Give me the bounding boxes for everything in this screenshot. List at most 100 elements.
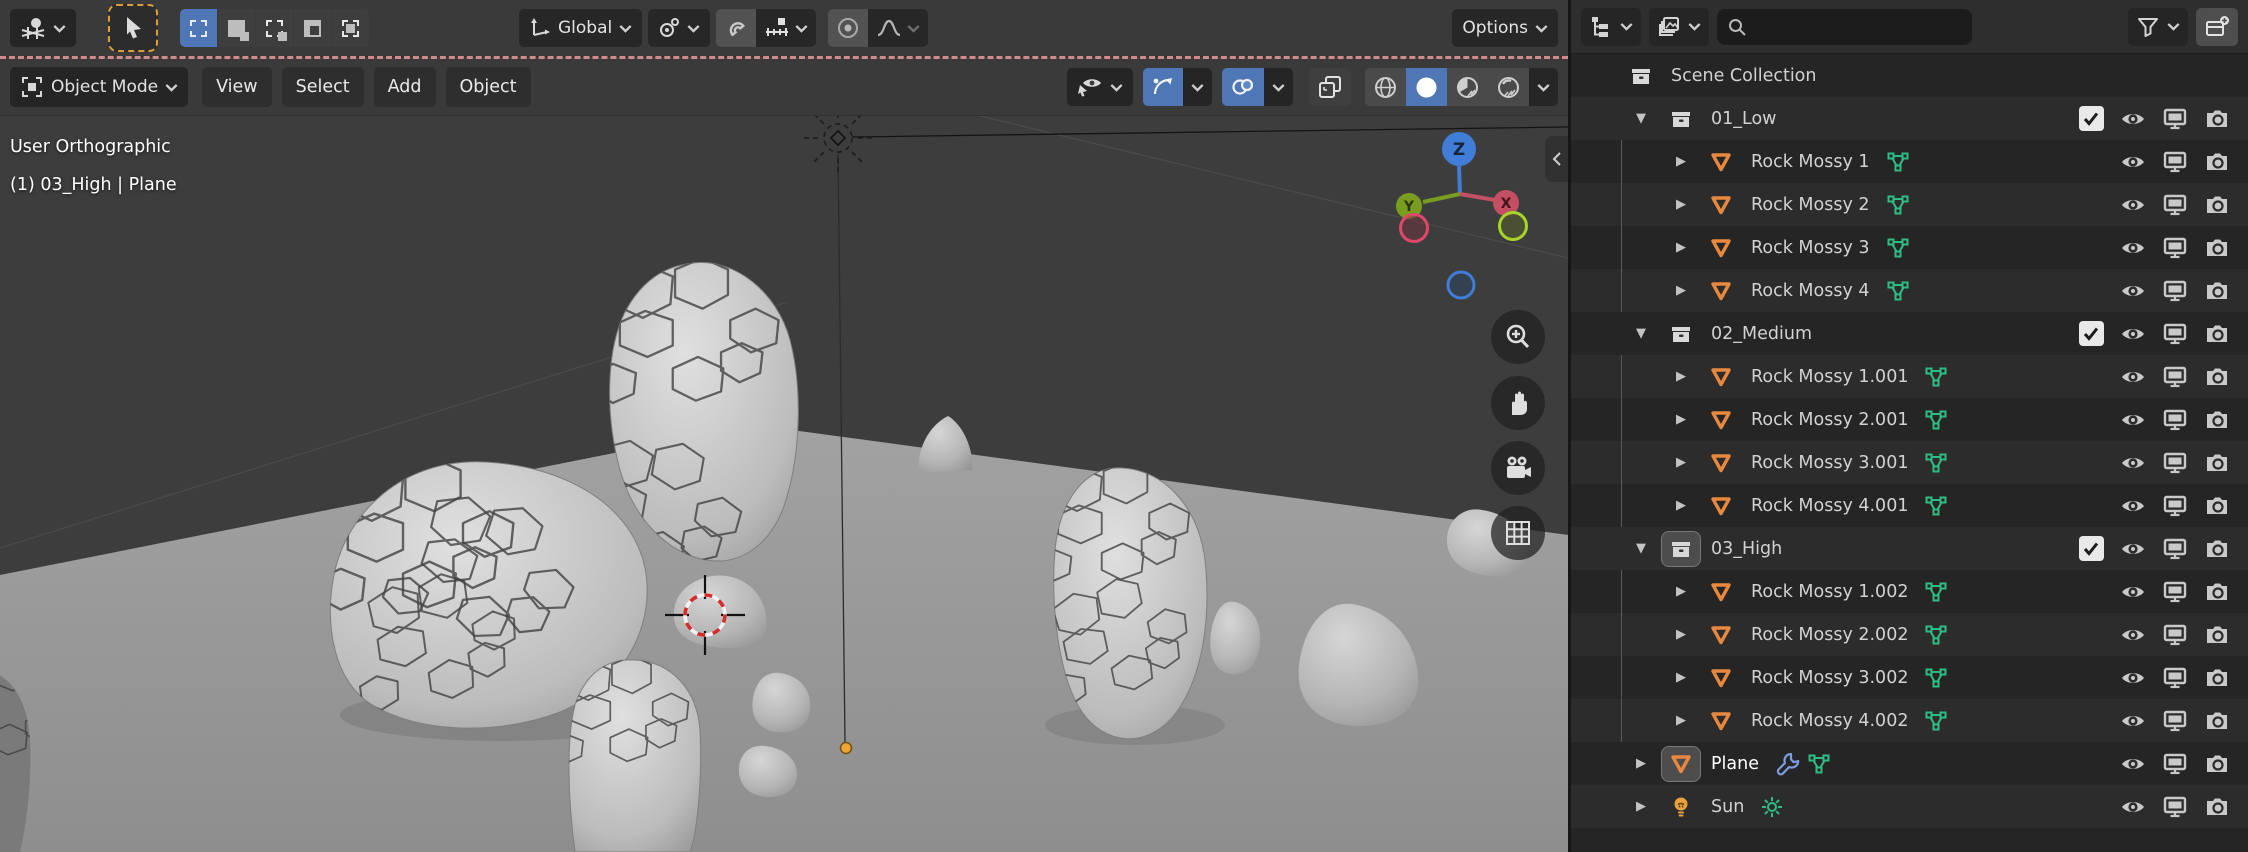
select-mode-intersect-button[interactable] — [332, 9, 369, 47]
gizmo-dropdown[interactable] — [1183, 68, 1212, 106]
disclosure-triangle-icon[interactable]: ▶ — [1661, 498, 1701, 513]
outliner-row[interactable]: ▶ Rock Mossy 4.002 — [1571, 699, 2248, 742]
menu-add[interactable]: Add — [374, 67, 436, 107]
hide-viewport-toggle[interactable] — [2112, 709, 2154, 733]
outliner-row[interactable]: ▼ 03_High — [1571, 527, 2248, 570]
menu-view[interactable]: View — [202, 67, 272, 107]
hide-viewport-toggle[interactable] — [2112, 408, 2154, 432]
disable-viewports-toggle[interactable] — [2154, 150, 2196, 174]
shading-solid-button[interactable] — [1406, 68, 1447, 106]
mode-dropdown[interactable]: Object Mode — [10, 67, 188, 107]
disable-viewports-toggle[interactable] — [2154, 752, 2196, 776]
disable-renders-toggle[interactable] — [2196, 580, 2238, 604]
outliner-row[interactable]: ▶ Rock Mossy 2.001 — [1571, 398, 2248, 441]
hide-viewport-toggle[interactable] — [2112, 494, 2154, 518]
disclosure-triangle-icon[interactable]: ▶ — [1661, 584, 1701, 599]
disable-viewports-toggle[interactable] — [2154, 795, 2196, 819]
outliner-row[interactable]: ▶ Rock Mossy 3.002 — [1571, 656, 2248, 699]
object-type-icon[interactable] — [1701, 703, 1741, 739]
disable-viewports-toggle[interactable] — [2154, 666, 2196, 690]
toggle-xray-button[interactable] — [1309, 68, 1351, 106]
object-type-icon[interactable] — [1621, 58, 1661, 94]
options-dropdown[interactable]: Options — [1452, 9, 1558, 47]
hide-viewport-toggle[interactable] — [2112, 795, 2154, 819]
object-type-icon[interactable] — [1701, 187, 1741, 223]
select-mode-extend-button[interactable] — [218, 9, 255, 47]
show-gizmo-toggle[interactable] — [1143, 68, 1183, 106]
object-type-icon[interactable] — [1701, 617, 1741, 653]
select-mode-invert-button[interactable] — [294, 9, 331, 47]
disclosure-triangle-icon[interactable]: ▼ — [1621, 326, 1661, 341]
hide-viewport-toggle[interactable] — [2112, 666, 2154, 690]
object-type-icon[interactable] — [1661, 316, 1701, 352]
disable-viewports-toggle[interactable] — [2154, 107, 2196, 131]
sidebar-collapse-tab[interactable] — [1545, 136, 1568, 182]
outliner-row[interactable]: ▶ Rock Mossy 3 — [1571, 226, 2248, 269]
object-type-icon[interactable] — [1701, 402, 1741, 438]
outliner-row[interactable]: ▼ 02_Medium — [1571, 312, 2248, 355]
disable-renders-toggle[interactable] — [2196, 408, 2238, 432]
disclosure-triangle-icon[interactable]: ▶ — [1661, 154, 1701, 169]
shading-dropdown[interactable] — [1529, 68, 1558, 106]
disable-viewports-toggle[interactable] — [2154, 537, 2196, 561]
hide-viewport-toggle[interactable] — [2112, 193, 2154, 217]
pan-view-button[interactable] — [1491, 376, 1545, 430]
shading-rendered-button[interactable] — [1488, 68, 1529, 106]
object-type-icon[interactable] — [1701, 359, 1741, 395]
shading-wireframe-button[interactable] — [1365, 68, 1406, 106]
disable-viewports-toggle[interactable] — [2154, 580, 2196, 604]
object-type-icon[interactable] — [1701, 660, 1741, 696]
object-type-icon[interactable] — [1701, 488, 1741, 524]
transform-orientation-dropdown[interactable]: Global — [519, 9, 642, 47]
outliner-row[interactable]: ▶ Rock Mossy 2 — [1571, 183, 2248, 226]
disclosure-triangle-icon[interactable]: ▶ — [1621, 799, 1661, 814]
camera-view-button[interactable] — [1491, 441, 1545, 495]
object-type-icon[interactable] — [1701, 144, 1741, 180]
disclosure-triangle-icon[interactable]: ▶ — [1661, 713, 1701, 728]
disable-viewports-toggle[interactable] — [2154, 623, 2196, 647]
select-mode-set-button[interactable] — [180, 9, 217, 47]
pivot-point-dropdown[interactable] — [648, 9, 710, 47]
disable-renders-toggle[interactable] — [2196, 537, 2238, 561]
outliner-row[interactable]: ▶ Plane — [1571, 742, 2248, 785]
disable-renders-toggle[interactable] — [2196, 795, 2238, 819]
outliner-row[interactable]: ▶ Sun — [1571, 785, 2248, 828]
object-type-icon[interactable] — [1701, 445, 1741, 481]
hide-viewport-toggle[interactable] — [2112, 365, 2154, 389]
disable-renders-toggle[interactable] — [2196, 451, 2238, 475]
snap-target-dropdown[interactable] — [756, 9, 816, 47]
new-collection-button[interactable] — [2196, 8, 2238, 46]
exclude-checkbox[interactable] — [2070, 106, 2112, 131]
disclosure-triangle-icon[interactable]: ▶ — [1661, 283, 1701, 298]
outliner-row[interactable]: ▶ Rock Mossy 2.002 — [1571, 613, 2248, 656]
disable-renders-toggle[interactable] — [2196, 236, 2238, 260]
zoom-button[interactable] — [1491, 310, 1545, 364]
menu-object[interactable]: Object — [446, 67, 531, 107]
select-mode-subtract-button[interactable] — [256, 9, 293, 47]
axis-neg-z-ball[interactable] — [1448, 272, 1474, 298]
disable-renders-toggle[interactable] — [2196, 666, 2238, 690]
object-type-icon[interactable] — [1661, 101, 1701, 137]
filter-dropdown[interactable] — [2128, 8, 2188, 46]
hide-viewport-toggle[interactable] — [2112, 322, 2154, 346]
hide-viewport-toggle[interactable] — [2112, 537, 2154, 561]
disable-viewports-toggle[interactable] — [2154, 322, 2196, 346]
editor-type-dropdown[interactable] — [10, 9, 76, 47]
outliner-search[interactable] — [1717, 9, 1972, 45]
object-type-icon[interactable] — [1701, 230, 1741, 266]
hide-viewport-toggle[interactable] — [2112, 451, 2154, 475]
hide-viewport-toggle[interactable] — [2112, 752, 2154, 776]
disable-renders-toggle[interactable] — [2196, 107, 2238, 131]
axis-neg-x-ball[interactable] — [1401, 215, 1428, 242]
axis-neg-y-ball[interactable] — [1500, 213, 1527, 240]
disable-renders-toggle[interactable] — [2196, 752, 2238, 776]
outliner-display-mode-dropdown[interactable] — [1649, 8, 1709, 46]
exclude-checkbox[interactable] — [2070, 536, 2112, 561]
disable-renders-toggle[interactable] — [2196, 193, 2238, 217]
object-type-icon[interactable] — [1661, 746, 1701, 782]
hide-viewport-toggle[interactable] — [2112, 236, 2154, 260]
3d-viewport[interactable]: Global — [0, 0, 1568, 852]
disclosure-triangle-icon[interactable]: ▶ — [1661, 240, 1701, 255]
active-tool-select-box[interactable] — [108, 4, 158, 52]
hide-viewport-toggle[interactable] — [2112, 279, 2154, 303]
